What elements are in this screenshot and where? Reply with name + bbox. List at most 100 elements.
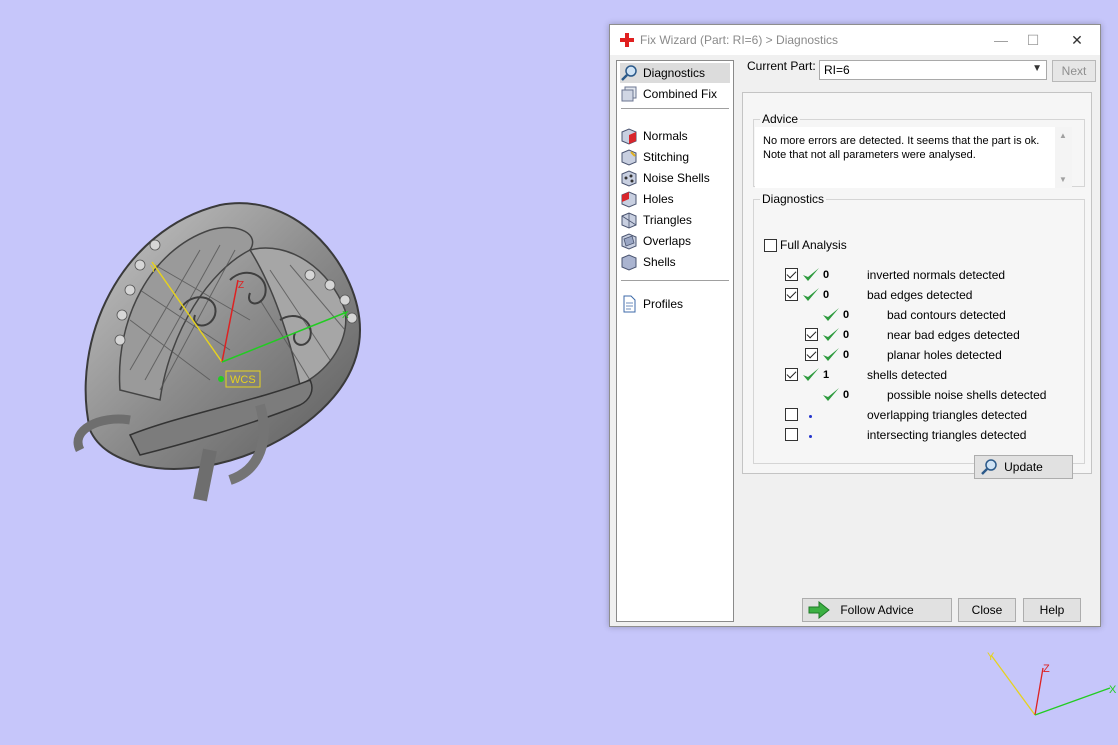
dialog-title: Fix Wizard (Part: RI=6) > Diagnostics bbox=[640, 33, 839, 47]
diagnostic-checkbox[interactable] bbox=[805, 328, 818, 341]
nav-item-profiles[interactable]: Profiles bbox=[620, 294, 730, 314]
diagnostic-count: 0 bbox=[823, 289, 830, 301]
close-button[interactable]: Close bbox=[958, 598, 1016, 622]
nav-item-combined-fix[interactable]: Combined Fix bbox=[620, 84, 730, 104]
nav-label: Triangles bbox=[643, 213, 692, 227]
minimize-button[interactable]: — bbox=[986, 29, 1016, 51]
world-axis-triad: Y Z X bbox=[987, 651, 1117, 716]
nav-label: Noise Shells bbox=[643, 171, 710, 185]
title-bar[interactable]: Fix Wizard (Part: RI=6) > Diagnostics — … bbox=[610, 25, 1100, 55]
normals-cube-icon bbox=[621, 128, 637, 145]
world-axis-x-label: X bbox=[1109, 684, 1117, 696]
pending-dot bbox=[809, 435, 812, 438]
magnifier-icon bbox=[621, 65, 637, 81]
nav-item-noise-shells[interactable]: Noise Shells bbox=[620, 168, 730, 188]
holes-cube-icon bbox=[621, 191, 637, 208]
follow-advice-label: Follow Advice bbox=[840, 603, 914, 617]
diagnostic-label: intersecting triangles detected bbox=[867, 428, 1027, 442]
follow-advice-button[interactable]: Follow Advice bbox=[802, 598, 952, 622]
diagnostic-checkbox[interactable] bbox=[785, 368, 798, 381]
current-part-select[interactable]: RI=6 ▼ bbox=[819, 60, 1047, 80]
diagnostic-checkbox[interactable] bbox=[785, 428, 798, 441]
document-icon bbox=[623, 295, 636, 313]
nav-item-overlaps[interactable]: Overlaps bbox=[620, 231, 730, 251]
green-arrow-icon bbox=[808, 601, 830, 619]
nav-label: Shells bbox=[643, 255, 676, 269]
advice-scrollbar[interactable]: ▲ ▼ bbox=[1055, 127, 1072, 188]
nav-item-stitching[interactable]: Stitching bbox=[620, 147, 730, 167]
green-check-icon bbox=[823, 348, 839, 361]
diagnostic-label: bad contours detected bbox=[887, 308, 1006, 322]
nav-label: Normals bbox=[643, 129, 688, 143]
wizard-nav: Diagnostics Combined Fix Normals Stitchi… bbox=[616, 60, 734, 622]
nav-item-shells[interactable]: Shells bbox=[620, 252, 730, 272]
nav-label: Stitching bbox=[643, 150, 690, 164]
update-button[interactable]: Update bbox=[974, 455, 1073, 479]
nav-separator bbox=[621, 108, 729, 109]
world-axis-y-label: Y bbox=[987, 651, 995, 663]
green-check-icon bbox=[803, 288, 819, 301]
nav-item-holes[interactable]: Holes bbox=[620, 189, 730, 209]
next-button[interactable]: Next bbox=[1052, 60, 1096, 82]
local-axis-z-label: Z bbox=[238, 280, 244, 291]
nav-label: Holes bbox=[643, 192, 674, 206]
local-axis-y-label: Y bbox=[150, 264, 157, 275]
ring-model[interactable]: WCS Y Z X bbox=[60, 190, 380, 520]
diagnostic-checkbox[interactable] bbox=[785, 268, 798, 281]
green-check-icon bbox=[823, 328, 839, 341]
update-label: Update bbox=[1004, 460, 1043, 474]
close-window-button[interactable]: ✕ bbox=[1062, 29, 1092, 51]
scroll-down-icon[interactable]: ▼ bbox=[1059, 175, 1067, 184]
diagnostic-count: 0 bbox=[843, 329, 850, 341]
wcs-label: WCS bbox=[230, 374, 256, 386]
green-check-icon bbox=[823, 308, 839, 321]
diagnostic-count: 1 bbox=[823, 369, 830, 381]
diagnostic-label: bad edges detected bbox=[867, 288, 973, 302]
nav-item-triangles[interactable]: Triangles bbox=[620, 210, 730, 230]
diagnostic-label: near bad edges detected bbox=[887, 328, 1020, 342]
overlaps-cube-icon bbox=[621, 233, 637, 250]
noise-shells-icon bbox=[621, 170, 637, 187]
nav-item-diagnostics[interactable]: Diagnostics bbox=[620, 63, 730, 83]
local-axis-x-label: X bbox=[342, 310, 349, 321]
full-analysis-checkbox[interactable] bbox=[764, 239, 777, 252]
fix-wizard-dialog: Fix Wizard (Part: RI=6) > Diagnostics — … bbox=[609, 24, 1101, 627]
diagnostic-checkbox[interactable] bbox=[805, 348, 818, 361]
triangles-cube-icon bbox=[621, 212, 637, 229]
diagnostic-count: 0 bbox=[843, 309, 850, 321]
nav-label: Overlaps bbox=[643, 234, 692, 248]
green-check-icon bbox=[803, 368, 819, 381]
scroll-up-icon[interactable]: ▲ bbox=[1059, 131, 1067, 140]
nav-label: Diagnostics bbox=[643, 66, 706, 80]
diagnostic-label: overlapping triangles detected bbox=[867, 408, 1028, 422]
nav-label: Profiles bbox=[643, 297, 684, 311]
green-check-icon bbox=[823, 388, 839, 401]
diagnostic-checkbox[interactable] bbox=[785, 288, 798, 301]
diagnostic-count: 0 bbox=[843, 349, 850, 361]
diagnostic-label: shells detected bbox=[867, 368, 948, 382]
diagnostic-count: 0 bbox=[843, 389, 850, 401]
red-cross-icon bbox=[620, 33, 634, 47]
pending-dot bbox=[809, 415, 812, 418]
diagnostic-label: planar holes detected bbox=[887, 348, 1002, 362]
advice-text: No more errors are detected. It seems th… bbox=[763, 135, 1040, 161]
magnifier-icon bbox=[981, 459, 997, 475]
green-check-icon bbox=[803, 268, 819, 281]
diagnostic-label: possible noise shells detected bbox=[887, 388, 1047, 402]
full-analysis-label: Full Analysis bbox=[780, 238, 847, 252]
diagnostics-panel: Advice No more errors are detected. It s… bbox=[742, 92, 1092, 479]
chevron-down-icon: ▼ bbox=[1032, 63, 1042, 74]
current-part-value: RI=6 bbox=[824, 63, 850, 77]
nav-label: Combined Fix bbox=[643, 87, 718, 101]
diagnostic-label: inverted normals detected bbox=[867, 268, 1006, 282]
help-button[interactable]: Help bbox=[1023, 598, 1081, 622]
diagnostics-group-label: Diagnostics bbox=[760, 192, 827, 206]
current-part-label: Current Part: bbox=[747, 59, 816, 73]
advice-group-label: Advice bbox=[760, 112, 801, 126]
nav-item-normals[interactable]: Normals bbox=[620, 126, 730, 146]
maximize-button[interactable]: ☐ bbox=[1018, 29, 1048, 51]
nav-separator bbox=[621, 280, 729, 281]
diagnostic-checkbox[interactable] bbox=[785, 408, 798, 421]
stitching-cube-icon bbox=[621, 149, 637, 166]
advice-textbox[interactable]: No more errors are detected. It seems th… bbox=[755, 127, 1072, 188]
